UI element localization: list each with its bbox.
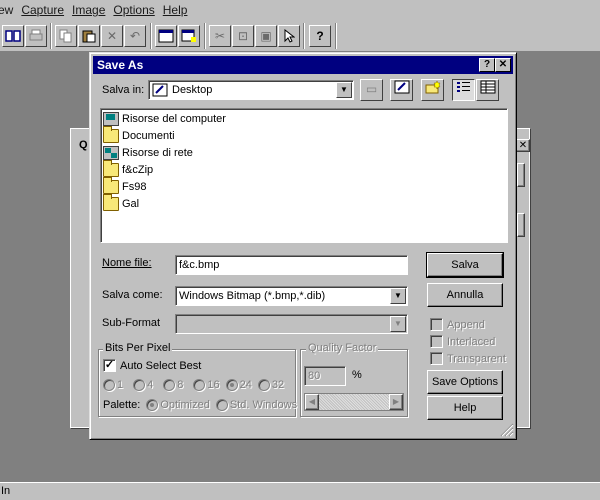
filetype-dropdown[interactable]: Windows Bitmap (*.bmp,*.dib) ▼ xyxy=(175,286,408,306)
details-view-icon[interactable] xyxy=(476,79,499,101)
save-button[interactable]: Salva xyxy=(426,252,504,278)
menu-capture[interactable]: Capture xyxy=(17,3,68,17)
cancel-button[interactable]: Annulla xyxy=(427,283,503,307)
cut-icon[interactable]: ✂ xyxy=(209,25,231,47)
bpp-radio-group: 1 4 8 16 24 32 xyxy=(103,379,284,391)
list-item[interactable]: Fs98 xyxy=(103,176,146,195)
chevron-down-icon[interactable]: ▼ xyxy=(390,316,406,332)
bits-per-pixel-title: Bits Per Pixel xyxy=(103,342,173,354)
check-icon: ✓ xyxy=(103,359,116,372)
window-icon[interactable] xyxy=(155,25,177,47)
help-title-button[interactable]: ? xyxy=(479,58,495,72)
dialog-titlebar: Save As ? ✕ xyxy=(93,56,513,74)
network-icon xyxy=(103,145,119,160)
toolbar: ✕ ↶ ✂ ⊡ ▣ ? xyxy=(0,20,600,52)
crop-icon[interactable]: ⊡ xyxy=(232,25,254,47)
save-options-button[interactable]: Save Options xyxy=(427,370,503,394)
radio-bpp-8[interactable] xyxy=(163,379,176,391)
close-icon[interactable]: ✕ xyxy=(101,25,123,47)
up-folder-icon[interactable]: ▭ xyxy=(360,79,383,101)
folder-icon xyxy=(103,125,119,143)
folder-icon xyxy=(103,159,119,177)
file-list[interactable]: Risorse del computer Documenti Risorse d… xyxy=(100,108,508,243)
desktop-shortcut-icon[interactable] xyxy=(390,79,413,101)
menu-help[interactable]: Help xyxy=(159,3,192,17)
filename-input[interactable]: f&c.bmp xyxy=(175,255,408,275)
radio-bpp-32[interactable] xyxy=(257,379,270,391)
pointer-icon[interactable] xyxy=(278,25,300,47)
background-dialog-title: Q xyxy=(79,139,88,151)
undo-icon[interactable]: ↶ xyxy=(124,25,146,47)
list-item[interactable]: Risorse del computer xyxy=(103,110,226,127)
save-in-label: Salva in: xyxy=(102,84,145,96)
menu-view[interactable]: ew xyxy=(0,3,17,17)
background-close-icon[interactable]: ✕ xyxy=(516,139,530,152)
quality-slider[interactable]: ◀ ▶ xyxy=(304,393,404,411)
new-folder-icon[interactable] xyxy=(421,79,444,101)
folder-icon xyxy=(103,176,119,194)
menu-bar: ew Capture Image Options Help xyxy=(0,0,600,20)
palette-row: Palette: Optimized Std. Windows xyxy=(103,399,298,411)
filetype-label: Salva come: xyxy=(102,289,163,301)
help-icon[interactable]: ? xyxy=(309,25,331,47)
desktop-icon xyxy=(152,83,168,97)
radio-bpp-4[interactable] xyxy=(133,379,146,391)
save-in-value: Desktop xyxy=(172,84,213,96)
list-item[interactable]: Documenti xyxy=(103,125,175,144)
background-button[interactable] xyxy=(517,213,525,237)
radio-bpp-24[interactable] xyxy=(225,379,238,391)
status-text: In xyxy=(1,485,11,497)
auto-select-checkbox[interactable]: ✓ Auto Select Best xyxy=(103,359,201,372)
list-item[interactable]: Risorse di rete xyxy=(103,144,193,161)
transparent-checkbox[interactable]: Transparent xyxy=(430,352,506,365)
radio-palette-optimized[interactable] xyxy=(146,399,159,411)
help-button[interactable]: Help xyxy=(427,396,503,420)
copy-icon[interactable] xyxy=(55,25,77,47)
open-book-icon[interactable] xyxy=(2,25,24,47)
radio-palette-std-windows[interactable] xyxy=(215,399,228,411)
interlaced-checkbox[interactable]: Interlaced xyxy=(430,335,495,348)
filetype-value: Windows Bitmap (*.bmp,*.dib) xyxy=(179,290,326,302)
close-icon[interactable]: ✕ xyxy=(495,58,511,72)
menu-options[interactable]: Options xyxy=(109,3,158,17)
radio-bpp-16[interactable] xyxy=(193,379,206,391)
list-item[interactable]: Gal xyxy=(103,193,139,212)
status-bar: In xyxy=(0,482,600,500)
filename-label: Nome file: xyxy=(102,257,152,269)
computer-icon xyxy=(103,111,119,126)
quality-unit: % xyxy=(352,369,362,381)
resize-icon[interactable]: ▣ xyxy=(255,25,277,47)
dialog-title: Save As xyxy=(97,58,144,72)
print-icon[interactable] xyxy=(25,25,47,47)
list-item[interactable]: f&cZip xyxy=(103,159,153,178)
new-window-icon[interactable] xyxy=(178,25,200,47)
save-as-dialog: Save As ? ✕ Salva in: Desktop ▼ ▭ Risors… xyxy=(89,52,517,440)
append-checkbox[interactable]: Append xyxy=(430,318,485,331)
slider-left-icon[interactable]: ◀ xyxy=(305,394,319,410)
list-view-icon[interactable] xyxy=(452,79,475,101)
chevron-down-icon[interactable]: ▼ xyxy=(390,288,406,304)
folder-icon xyxy=(103,193,119,211)
slider-right-icon[interactable]: ▶ xyxy=(389,394,403,410)
menu-image[interactable]: Image xyxy=(68,3,109,17)
chevron-down-icon[interactable]: ▼ xyxy=(336,82,352,98)
paste-icon[interactable] xyxy=(78,25,100,47)
subformat-dropdown[interactable]: ▼ xyxy=(175,314,408,334)
save-in-dropdown[interactable]: Desktop ▼ xyxy=(148,80,354,100)
radio-bpp-1[interactable] xyxy=(103,379,115,391)
background-button[interactable] xyxy=(517,163,525,187)
quality-input[interactable]: 80 xyxy=(304,366,346,386)
quality-factor-title: Quality Factor xyxy=(306,342,379,354)
resize-grip-icon[interactable] xyxy=(500,423,514,437)
subformat-label: Sub-Format xyxy=(102,317,161,329)
